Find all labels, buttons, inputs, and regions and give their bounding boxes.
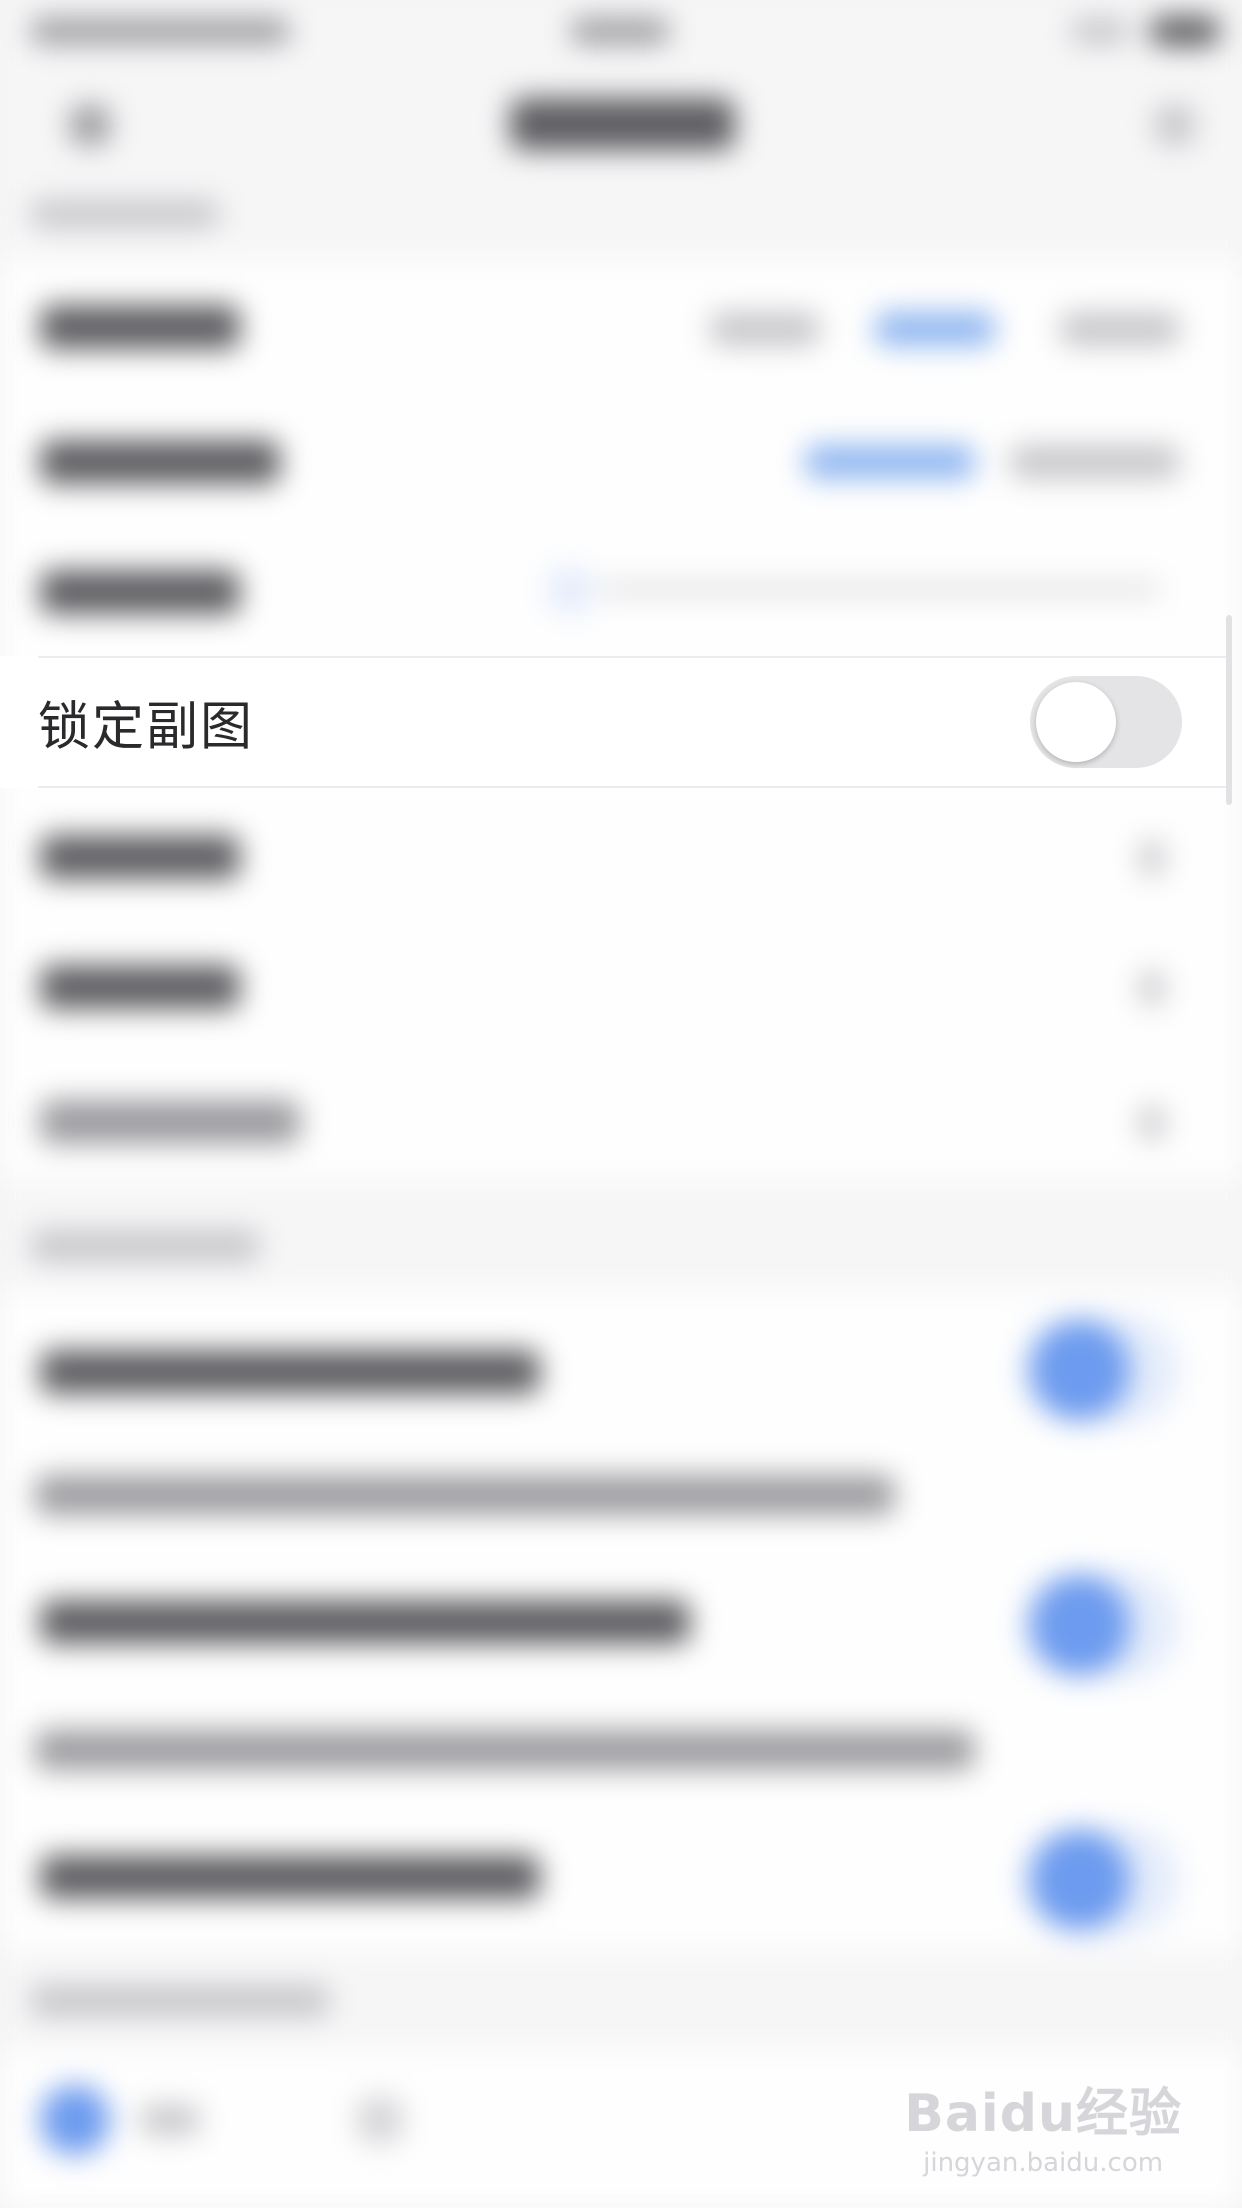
section-header-3 xyxy=(30,1985,330,2017)
watermark-url: jingyan.baidu.com xyxy=(923,2148,1164,2178)
blurred-background xyxy=(0,0,1242,2208)
bottom-radio-unselected xyxy=(355,2095,405,2145)
row-divider-bottom xyxy=(38,786,1226,788)
nav-title xyxy=(510,98,735,150)
row2-option-1 xyxy=(805,445,975,479)
row3-slider-knob xyxy=(545,565,595,615)
watermark-brand: Baidu经验 xyxy=(904,2084,1182,2144)
card2-row2-desc xyxy=(35,1475,895,1515)
card2-row1-label xyxy=(40,1350,540,1394)
card2-row5-label xyxy=(40,1855,540,1899)
row6-label xyxy=(40,965,240,1009)
row5-label xyxy=(40,835,240,879)
lock-subchart-row[interactable]: 锁定副图 xyxy=(0,656,1226,788)
row7-label xyxy=(40,1100,300,1144)
card2-row1-toggle-knob xyxy=(1030,1320,1130,1420)
row6-chevron xyxy=(1140,970,1164,1006)
bottom-radio-selected xyxy=(40,2085,110,2155)
card2-row3-toggle-knob xyxy=(1030,1575,1130,1675)
row7-chevron xyxy=(1140,1105,1164,1141)
row2-label xyxy=(40,440,280,484)
row3-label xyxy=(40,570,240,614)
section-header-2 xyxy=(30,1230,260,1262)
status-bar-center xyxy=(570,18,670,44)
status-bar-signal xyxy=(1070,18,1130,44)
lock-subchart-toggle[interactable] xyxy=(1030,676,1182,768)
nav-right-icon xyxy=(1155,105,1195,145)
row3-slider-track xyxy=(600,585,1160,593)
row2-option-2 xyxy=(1010,445,1180,479)
status-bar-battery xyxy=(1150,16,1220,46)
row1-option-2 xyxy=(875,312,995,346)
row1-option-1 xyxy=(710,312,820,346)
lock-subchart-label: 锁定副图 xyxy=(38,697,255,758)
bottom-radio-label xyxy=(140,2105,200,2135)
section-header-1 xyxy=(30,200,220,228)
row-divider-top xyxy=(38,656,1226,658)
toggle-knob xyxy=(1036,682,1116,762)
row1-option-3 xyxy=(1060,312,1180,346)
card2-row4-desc xyxy=(35,1730,975,1770)
row1-label xyxy=(40,305,240,349)
row5-chevron xyxy=(1140,840,1164,876)
back-icon xyxy=(70,105,110,145)
baidu-watermark: Baidu经验 jingyan.baidu.com xyxy=(904,2071,1182,2178)
status-bar-left xyxy=(30,18,290,44)
card2-row5-toggle-knob xyxy=(1030,1830,1130,1930)
scroll-indicator xyxy=(1226,615,1232,805)
card2-row3-label xyxy=(40,1600,690,1644)
